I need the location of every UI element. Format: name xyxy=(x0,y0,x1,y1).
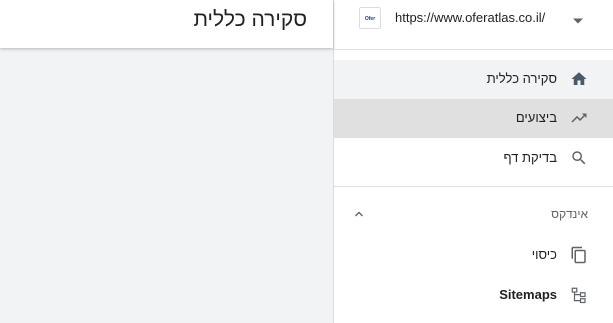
sidebar-item-overview[interactable]: סקירה כללית xyxy=(334,60,613,99)
sidebar-item-coverage[interactable]: כיסוי xyxy=(334,236,613,275)
copy-icon xyxy=(571,246,586,264)
arrow-drop-down-icon[interactable] xyxy=(572,15,584,27)
sidebar-item-label: Sitemaps xyxy=(499,287,557,302)
sidebar-item-performance[interactable]: ביצועים xyxy=(334,99,613,138)
section-header-index[interactable]: אינדקס xyxy=(334,201,613,229)
divider xyxy=(334,186,613,187)
sitemap-icon xyxy=(571,287,586,304)
page-header: סקירה כללית xyxy=(0,0,333,48)
sidebar-item-label: בדיקת דף xyxy=(503,150,557,165)
home-icon xyxy=(571,72,587,85)
trending-up-icon xyxy=(571,113,587,123)
property-selector[interactable]: Ofer Atlas https://www.oferatlas.co.il/ xyxy=(334,0,613,50)
sidebar-item-label: סקירה כללית xyxy=(486,71,557,86)
sidebar-item-label: כיסוי xyxy=(531,247,557,262)
sidebar-item-sitemaps[interactable]: Sitemaps xyxy=(334,276,613,315)
sidebar: Ofer Atlas https://www.oferatlas.co.il/ … xyxy=(333,0,613,323)
section-label: אינדקס xyxy=(551,207,588,221)
search-icon xyxy=(572,151,586,165)
sidebar-item-label: ביצועים xyxy=(515,110,557,125)
chevron-up-icon[interactable] xyxy=(354,209,364,219)
sidebar-item-url-inspection[interactable]: בדיקת דף xyxy=(334,139,613,178)
property-url: https://www.oferatlas.co.il/ xyxy=(395,10,546,25)
page-title: סקירה כללית xyxy=(193,8,307,31)
site-favicon: Ofer Atlas xyxy=(359,7,381,29)
